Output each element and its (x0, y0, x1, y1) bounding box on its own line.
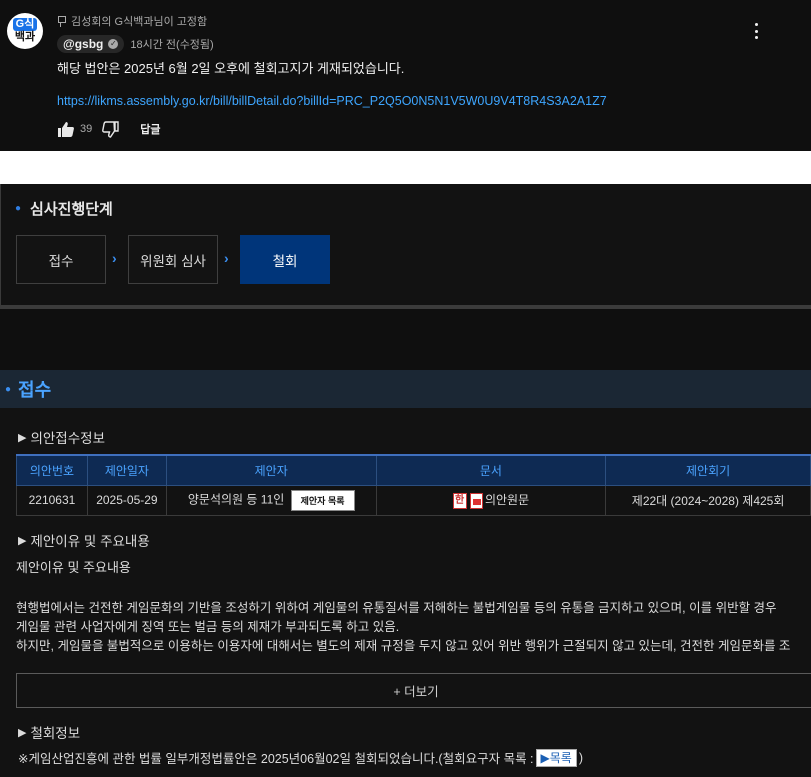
hwp-file-icon[interactable]: 한 (452, 492, 467, 509)
receipt-title: 접수 (18, 380, 52, 400)
triangle-right-icon: ▶ (18, 534, 27, 547)
step-received: 접수 (16, 235, 106, 284)
receipt-section: ● 접수 ▶ 의안접수정보 의안번호 제안일자 제안자 문서 제안회기 2210… (0, 370, 811, 777)
triangle-right-icon: ▶ (18, 431, 27, 444)
more-options-icon[interactable] (752, 22, 760, 40)
bill-no-cell: 2210631 (16, 484, 88, 516)
dark-divider (0, 309, 811, 370)
show-more-button[interactable]: + 더보기 (16, 673, 811, 708)
receipt-header: ● 접수 (0, 370, 811, 408)
step-committee-review: 위원회 심사 (128, 235, 218, 284)
withdraw-list-button[interactable]: ▶목록 (535, 748, 577, 767)
body-line-2: 게임물 관련 사업자에게 징역 또는 벌금 등의 제재가 부과되도록 하고 있음… (16, 620, 400, 634)
body-line-1: 현행법에서는 건전한 게임문화의 기반을 조성하기 위하여 게임물의 유통질서를… (16, 601, 777, 615)
proposer-list-button[interactable]: 제안자 목록 (290, 489, 355, 511)
proposer-cell: 양문석의원 등 11인 제안자 목록 (165, 484, 377, 516)
thumbs-up-icon[interactable] (57, 120, 75, 138)
bullet-icon: ● (15, 203, 22, 214)
author-row: @gsbg ✓ 18시간 전(수정됨) (57, 35, 214, 53)
avatar-text-2: 백과 (14, 31, 36, 43)
author-name[interactable]: @gsbg ✓ (57, 35, 125, 53)
withdraw-notice-close: ) (578, 750, 583, 765)
like-count: 39 (80, 123, 93, 135)
channel-avatar[interactable]: G식 백과 (7, 13, 43, 49)
avatar-text-1: G식 (12, 18, 38, 31)
session-cell: 제22대 (2024~2028) 제425회 (605, 484, 811, 516)
col-proposer: 제안자 (165, 454, 377, 486)
bullet-icon: ● (5, 383, 12, 395)
withdraw-label: ▶ 철회정보 (18, 722, 80, 742)
document-cell: 한 의안원문 (375, 484, 607, 516)
withdraw-notice: ※게임산업진흥에 관한 법률 일부개정법률안은 2025년06월02일 철회되었… (18, 748, 583, 767)
pdf-file-icon[interactable] (469, 492, 483, 509)
date-cell: 2025-05-29 (86, 484, 167, 516)
withdraw-notice-text: ※게임산업진흥에 관한 법률 일부개정법률안은 2025년06월02일 철회되었… (18, 752, 534, 766)
triangle-right-icon: ▶ (18, 726, 27, 739)
withdraw-label-text: 철회정보 (30, 726, 81, 741)
author-handle: @gsbg (63, 37, 104, 51)
review-stage-panel: ● 심사진행단계 접수 › 위원회 심사 › 철회 (0, 184, 811, 309)
bill-info-label: ▶ 의안접수정보 (18, 427, 105, 447)
comment-link[interactable]: https://likms.assembly.go.kr/bill/billDe… (57, 94, 607, 108)
reason-label-text: 제안이유 및 주요내용 (30, 534, 150, 549)
col-date: 제안일자 (86, 454, 167, 486)
comment-actions: 39 답글 (57, 119, 161, 139)
col-session: 제안회기 (605, 454, 811, 486)
reason-label: ▶ 제안이유 및 주요내용 (18, 530, 150, 550)
body-line-3: 하지만, 게임물을 불법적으로 이용하는 이용자에 대해서는 별도의 제재 규정… (16, 639, 791, 653)
document-text: 의안원문 (484, 493, 530, 508)
bill-info-table: 의안번호 제안일자 제안자 문서 제안회기 2210631 2025-05-29… (16, 454, 811, 516)
table-row: 2210631 2025-05-29 양문석의원 등 11인 제안자 목록 한 … (16, 484, 811, 516)
verified-check-icon: ✓ (108, 39, 119, 49)
reply-button[interactable]: 답글 (140, 121, 160, 137)
comment-timestamp[interactable]: 18시간 전(수정됨) (130, 36, 213, 52)
col-document: 문서 (375, 454, 607, 486)
thumbs-down-icon[interactable] (102, 120, 120, 138)
reason-title: 제안이유 및 주요내용 (16, 560, 131, 575)
white-divider (0, 151, 811, 184)
table-header-row: 의안번호 제안일자 제안자 문서 제안회기 (16, 454, 811, 486)
pinned-indicator: 김성회의 G식백과님이 고정함 (57, 13, 207, 29)
comment-text: 해당 법안은 2025년 6월 2일 오후에 철회고지가 게재되었습니다. (57, 61, 405, 76)
chevron-right-icon: › (112, 250, 117, 266)
pinned-comment: G식 백과 김성회의 G식백과님이 고정함 @gsbg ✓ 18시간 전(수정됨… (0, 0, 811, 151)
proposer-text: 양문석의원 등 11인 (187, 492, 285, 507)
step-withdrawn: 철회 (240, 235, 330, 284)
col-bill-no: 의안번호 (16, 454, 88, 486)
stage-heading: ● 심사진행단계 (15, 198, 113, 219)
pinned-text: 김성회의 G식백과님이 고정함 (71, 16, 208, 28)
stage-heading-text: 심사진행단계 (30, 201, 113, 218)
pin-icon (57, 15, 66, 27)
bill-info-label-text: 의안접수정보 (30, 431, 105, 446)
chevron-right-icon: › (224, 250, 229, 266)
